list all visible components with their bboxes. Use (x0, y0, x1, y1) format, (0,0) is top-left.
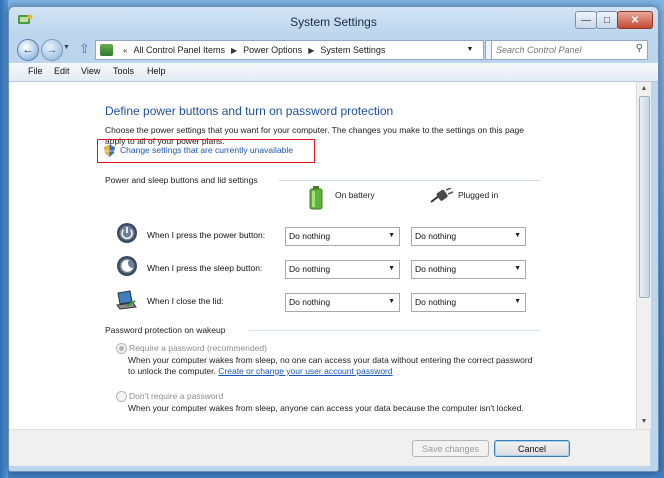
breadcrumb-power-options[interactable]: Power Options (243, 45, 302, 55)
breadcrumb-chevron-icon[interactable]: ▶ (308, 46, 314, 55)
menu-bar: File Edit View Tools Help (9, 63, 658, 82)
save-changes-button[interactable]: Save changes (412, 440, 489, 457)
section-divider (279, 180, 541, 181)
select-value: Do nothing (415, 297, 457, 307)
menu-file[interactable]: File (28, 66, 43, 76)
chevron-down-icon: ▼ (388, 298, 395, 305)
close-lid-label: When I close the lid: (147, 296, 224, 306)
select-value: Do nothing (289, 231, 331, 241)
chevron-down-icon: ▼ (514, 298, 521, 305)
change-password-link[interactable]: Create or change your user account passw… (218, 366, 392, 376)
cancel-button[interactable]: Cancel (494, 440, 570, 457)
dialog-footer: Save changes Cancel (9, 429, 650, 466)
power-button-plugged-select[interactable]: Do nothing ▼ (411, 227, 526, 246)
desktop-edge (0, 0, 8, 478)
page-title: Define power buttons and turn on passwor… (105, 104, 394, 118)
chevron-down-icon: ▼ (388, 232, 395, 239)
battery-icon (309, 186, 323, 210)
address-dropdown-icon[interactable]: ▼ (463, 40, 477, 58)
no-password-radio[interactable] (116, 391, 127, 402)
chevron-down-icon: ▼ (514, 265, 521, 272)
address-bar[interactable]: « All Control Panel Items ▶ Power Option… (95, 40, 484, 60)
select-value: Do nothing (289, 264, 331, 274)
forward-arrow-icon: → (46, 44, 58, 56)
search-box[interactable]: ⚲ (491, 40, 648, 60)
up-arrow-icon[interactable]: ⇧ (79, 41, 90, 57)
breadcrumb-system-settings[interactable]: System Settings (320, 45, 385, 55)
require-password-label: Require a password (recommended) (129, 343, 267, 353)
close-lid-battery-select[interactable]: Do nothing ▼ (285, 293, 400, 312)
chevron-down-icon: ▼ (514, 232, 521, 239)
navigation-bar: ← → ▼ ⇧ « All Control Panel Items ▶ Powe… (9, 37, 658, 61)
on-battery-header: On battery (335, 190, 375, 200)
power-button-label: When I press the power button: (147, 230, 266, 240)
password-section-title: Password protection on wakeup (105, 325, 226, 335)
breadcrumb-all-items[interactable]: All Control Panel Items (133, 45, 225, 55)
search-icon[interactable]: ⚲ (636, 43, 643, 54)
recent-pages-dropdown-icon[interactable]: ▼ (63, 44, 70, 51)
no-password-label: Don't require a password (129, 391, 224, 401)
window-title: System Settings (290, 15, 377, 29)
close-lid-plugged-select[interactable]: Do nothing ▼ (411, 293, 526, 312)
system-settings-window: System Settings — □ ✕ ← → ▼ ⇧ « All Cont… (8, 6, 659, 472)
laptop-lid-icon (116, 290, 137, 310)
chevron-down-icon: ▼ (388, 265, 395, 272)
settings-content: Define power buttons and turn on passwor… (9, 82, 636, 429)
select-value: Do nothing (415, 231, 457, 241)
plugged-in-header: Plugged in (458, 190, 499, 200)
scroll-down-icon[interactable]: ▼ (639, 417, 649, 427)
sleep-button-label: When I press the sleep button: (147, 263, 263, 273)
control-panel-small-icon (100, 44, 113, 56)
breadcrumb-chevron-icon[interactable]: ▶ (231, 46, 237, 55)
forward-button[interactable]: → (41, 39, 63, 61)
back-button[interactable]: ← (17, 39, 39, 61)
require-password-radio[interactable] (116, 343, 127, 354)
sleep-button-icon (117, 256, 137, 276)
uac-shield-icon (104, 145, 115, 157)
back-arrow-icon: ← (22, 44, 34, 56)
title-bar[interactable]: System Settings — □ ✕ (9, 7, 658, 35)
select-value: Do nothing (289, 297, 331, 307)
power-button-battery-select[interactable]: Do nothing ▼ (285, 227, 400, 246)
power-button-icon (117, 223, 137, 243)
minimize-button[interactable]: — (575, 11, 597, 29)
no-password-description: When your computer wakes from sleep, any… (128, 403, 524, 413)
menu-edit[interactable]: Edit (54, 66, 70, 76)
change-settings-link[interactable]: Change settings that are currently unava… (120, 145, 293, 155)
menu-help[interactable]: Help (147, 66, 166, 76)
menu-view[interactable]: View (81, 66, 100, 76)
breadcrumb-separator-icon[interactable]: « (123, 46, 127, 55)
search-input[interactable] (496, 43, 624, 56)
vertical-scrollbar[interactable]: ▲ ▼ (636, 82, 651, 429)
scroll-up-icon[interactable]: ▲ (639, 84, 649, 94)
require-password-description: When your computer wakes from sleep, no … (128, 355, 538, 377)
change-settings-highlight: Change settings that are currently unava… (97, 139, 315, 163)
power-section-title: Power and sleep buttons and lid settings (105, 175, 258, 185)
sleep-button-battery-select[interactable]: Do nothing ▼ (285, 260, 400, 279)
menu-tools[interactable]: Tools (113, 66, 134, 76)
section-divider (249, 330, 541, 331)
sleep-button-plugged-select[interactable]: Do nothing ▼ (411, 260, 526, 279)
scrollbar-thumb[interactable] (639, 96, 650, 298)
select-value: Do nothing (415, 264, 457, 274)
close-button[interactable]: ✕ (617, 11, 653, 29)
maximize-button[interactable]: □ (596, 11, 618, 29)
power-plug-icon (430, 188, 454, 203)
